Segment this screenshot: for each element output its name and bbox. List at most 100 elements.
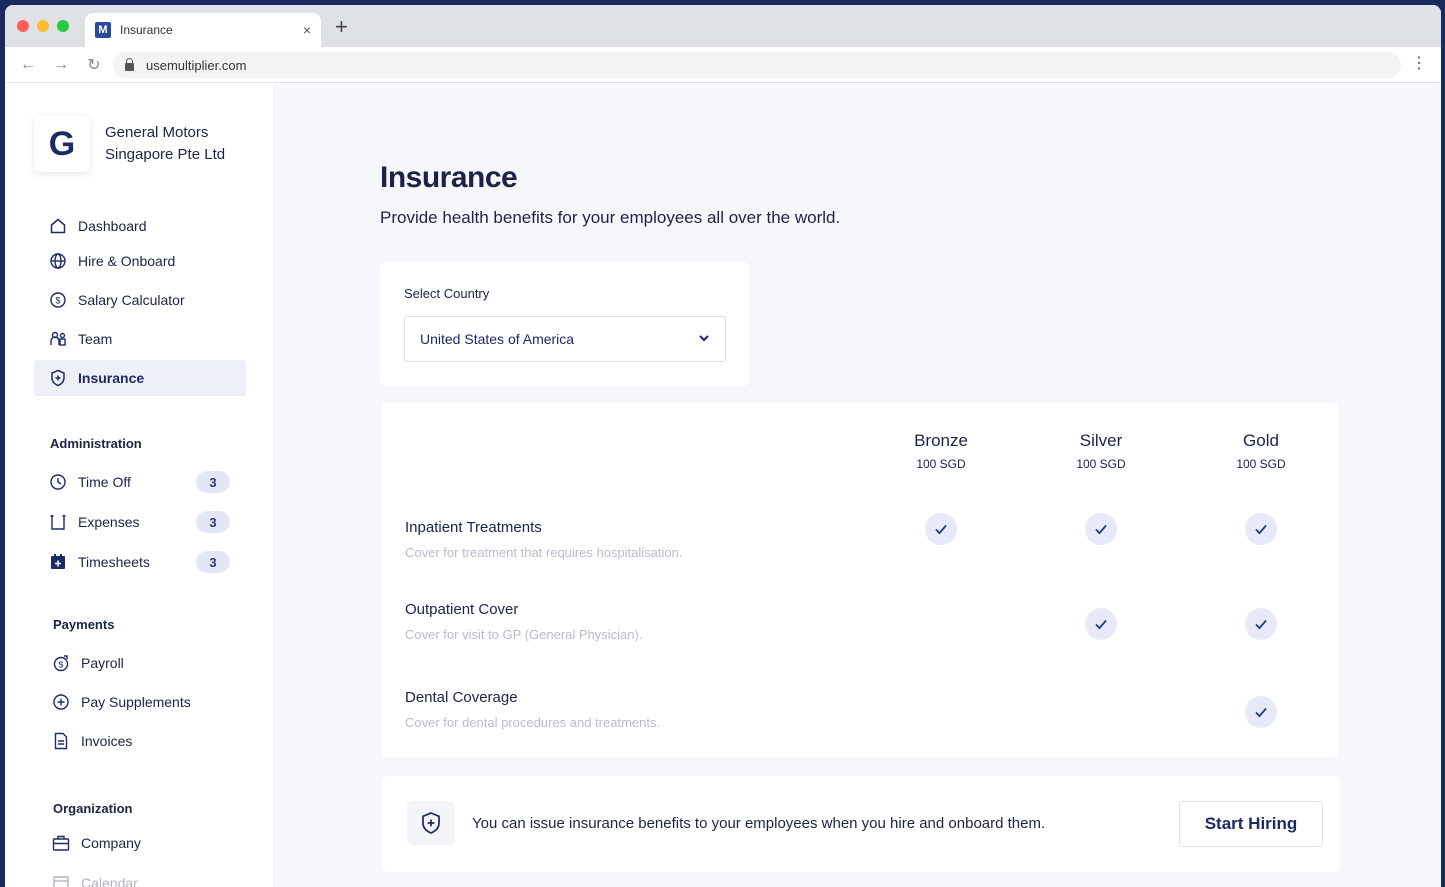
count-badge: 3 [196,471,230,493]
sidebar-item-payroll[interactable]: $ Payroll [37,645,249,681]
maximize-window-button[interactable] [57,20,69,32]
count-badge: 3 [196,511,230,533]
benefit-description: Cover for dental procedures and treatmen… [405,715,661,730]
receipt-icon [50,515,66,530]
sidebar-item-label: Time Off [78,474,131,490]
sidebar-item-label: Company [81,835,141,851]
country-selector-card: Select Country United States of America [380,262,749,386]
sidebar-item-insurance[interactable]: Insurance [34,360,246,396]
benefit-name: Dental Coverage [405,689,518,706]
sidebar-item-label: Expenses [78,514,140,530]
section-title-organization: Organization [53,801,133,816]
tier-name: Gold [1243,431,1279,450]
shield-icon [422,812,440,834]
section-title-administration: Administration [50,436,142,451]
sidebar-item-dashboard[interactable]: Dashboard [34,208,246,244]
payroll-icon: $ [53,655,69,672]
check-icon [1085,513,1117,545]
country-select[interactable]: United States of America [404,316,726,362]
tab-bar: M Insurance × + [5,5,1441,47]
tier-gold: Gold 100 SGD [1201,431,1321,471]
check-icon [1085,608,1117,640]
lock-icon [125,57,134,71]
sidebar-item-label: Calendar [81,875,138,887]
company-switcher[interactable]: G General Motors Singapore Pte Ltd [34,116,245,172]
benefit-row: Dental Coverage Cover for dental procedu… [405,689,660,730]
tier-name: Bronze [914,431,968,450]
hire-banner: You can issue insurance benefits to your… [382,776,1340,872]
url-text: usemultiplier.com [146,57,247,73]
sidebar-item-hire-onboard[interactable]: Hire & Onboard [34,243,246,279]
svg-text:$: $ [59,660,64,670]
home-icon [50,218,66,234]
sidebar-item-label: Hire & Onboard [78,253,176,269]
shield-badge [407,801,455,845]
hire-banner-text: You can issue insurance benefits to your… [472,815,1046,832]
browser-tab[interactable]: M Insurance × [85,13,321,47]
sidebar-item-expenses[interactable]: Expenses 3 [34,504,246,540]
count-badge: 3 [196,551,230,573]
sidebar-item-team[interactable]: Team [34,321,246,357]
insurance-plans-table: Bronze 100 SGD Silver 100 SGD Gold 100 S… [381,403,1339,757]
team-icon [50,331,66,346]
sidebar-item-time-off[interactable]: Time Off 3 [34,464,246,500]
main-content: Insurance Provide health benefits for yo… [276,84,1441,887]
sidebar-item-pay-supplements[interactable]: Pay Supplements [37,684,249,720]
benefit-name: Outpatient Cover [405,601,519,618]
new-tab-button[interactable]: + [335,16,348,38]
calendar-plus-icon [51,554,65,569]
benefit-row: Inpatient Treatments Cover for treatment… [405,519,682,560]
dollar-circle-icon: $ [50,292,66,308]
benefit-description: Cover for treatment that requires hospit… [405,545,683,560]
sidebar-item-label: Invoices [81,733,133,749]
start-hiring-button[interactable]: Start Hiring [1179,801,1323,847]
company-logo: G [34,116,90,172]
benefit-name: Inpatient Treatments [405,519,542,536]
tier-price: 100 SGD [916,457,966,471]
sidebar-item-label: Insurance [78,370,145,386]
check-icon [1245,608,1277,640]
section-title-payments: Payments [53,617,115,632]
address-bar: ← → ↻ usemultiplier.com ⋮ [5,47,1441,83]
sidebar-item-label: Pay Supplements [81,694,191,710]
sidebar-item-invoices[interactable]: Invoices [37,723,249,759]
minimize-window-button[interactable] [37,20,49,32]
country-label: Select Country [404,286,490,301]
close-tab-icon[interactable]: × [303,22,311,38]
sidebar-item-label: Team [78,331,113,347]
globe-icon [50,253,66,269]
sidebar-item-salary-calculator[interactable]: $ Salary Calculator [34,282,246,318]
country-select-value: United States of America [420,331,575,347]
chevron-down-icon [699,335,709,342]
forward-icon[interactable]: → [51,56,71,74]
sidebar-item-calendar[interactable]: Calendar [37,865,249,887]
check-icon [925,513,957,545]
close-window-button[interactable] [17,20,29,32]
favicon-icon: M [95,22,111,38]
shield-icon [51,369,65,387]
back-icon[interactable]: ← [18,56,38,74]
reload-icon[interactable]: ↻ [84,55,104,75]
benefit-row: Outpatient Cover Cover for visit to GP (… [405,601,642,642]
check-icon [1245,696,1277,728]
sidebar-item-label: Payroll [81,655,124,671]
page-subtitle: Provide health benefits for your employe… [380,208,841,227]
page-title: Insurance [380,161,518,194]
plus-circle-icon [53,694,69,710]
sidebar: G General Motors Singapore Pte Ltd Dashb… [5,84,275,887]
document-icon [54,732,68,750]
check-icon [1245,513,1277,545]
clock-icon [50,474,66,490]
tier-name: Silver [1079,431,1123,450]
browser-menu-icon[interactable]: ⋮ [1411,55,1427,73]
tab-title: Insurance [120,23,173,37]
browser-window: M Insurance × + ← → ↻ usemultiplier.com … [5,5,1441,887]
tier-price: 100 SGD [1236,457,1286,471]
svg-text:$: $ [55,296,60,306]
calendar-icon [53,876,69,887]
url-field[interactable]: usemultiplier.com [113,52,1401,78]
sidebar-item-label: Dashboard [78,218,147,234]
sidebar-item-company[interactable]: Company [37,825,249,861]
sidebar-item-timesheets[interactable]: Timesheets 3 [34,544,246,580]
benefit-description: Cover for visit to GP (General Physician… [405,627,643,642]
